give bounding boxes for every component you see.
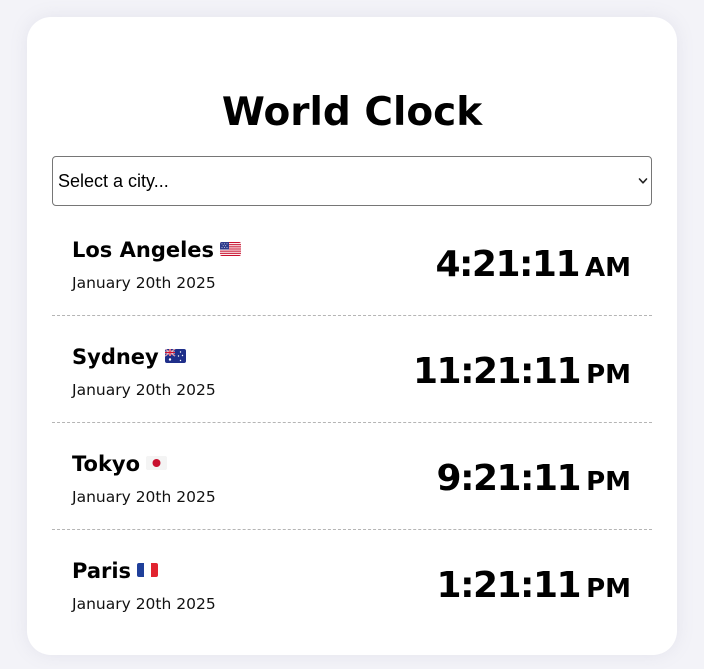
time-period: AM [585,253,631,283]
world-clock-card: World Clock Select a city... Los Angeles [27,17,677,655]
city-time: 11:21:11 PM [413,350,631,397]
page-title: World Clock [221,90,483,135]
city-time: 9:21:11 PM [437,457,631,504]
city-date: January 20th 2025 [72,595,216,613]
fr-flag-icon [137,563,159,577]
au-flag-icon [164,349,186,363]
us-flag-icon [220,242,242,256]
clock-list: Los Angeles January 20th 2025 4:21:11 AM… [52,209,652,636]
clock-row-tokyo: Tokyo January 20th 2025 9:21:11 PM [52,423,652,530]
city-time: 1:21:11 PM [437,564,631,611]
city-name-label: Paris [72,559,132,583]
city-select-dropdown[interactable]: Select a city... [52,156,652,206]
city-name: Los Angeles [72,237,242,263]
city-name-label: Tokyo [72,452,141,476]
time-value: 1:21:11 [436,565,582,606]
city-name: Paris [72,558,159,584]
time-period: PM [586,467,631,497]
city-name: Tokyo [72,451,168,477]
city-date: January 20th 2025 [72,381,216,399]
city-name-label: Los Angeles [72,238,215,262]
jp-flag-icon [146,456,168,470]
time-value: 11:21:11 [412,351,582,392]
time-value: 4:21:11 [435,244,580,285]
clock-row-sydney: Sydney January 20th 2025 11:21:11 PM [52,316,652,423]
clock-row-paris: Paris January 20th 2025 1:21:11 PM [52,530,652,636]
chevron-down-icon [638,178,648,184]
city-name: Sydney [72,344,186,370]
city-time: 4:21:11 AM [435,243,631,290]
city-name-label: Sydney [72,345,159,369]
time-period: PM [586,574,631,604]
city-date: January 20th 2025 [72,488,216,506]
clock-row-los-angeles: Los Angeles January 20th 2025 4:21:11 AM [52,209,652,316]
city-date: January 20th 2025 [72,274,216,292]
city-select-value: Select a city... [58,171,169,191]
time-value: 9:21:11 [436,458,582,499]
time-period: PM [586,360,631,390]
